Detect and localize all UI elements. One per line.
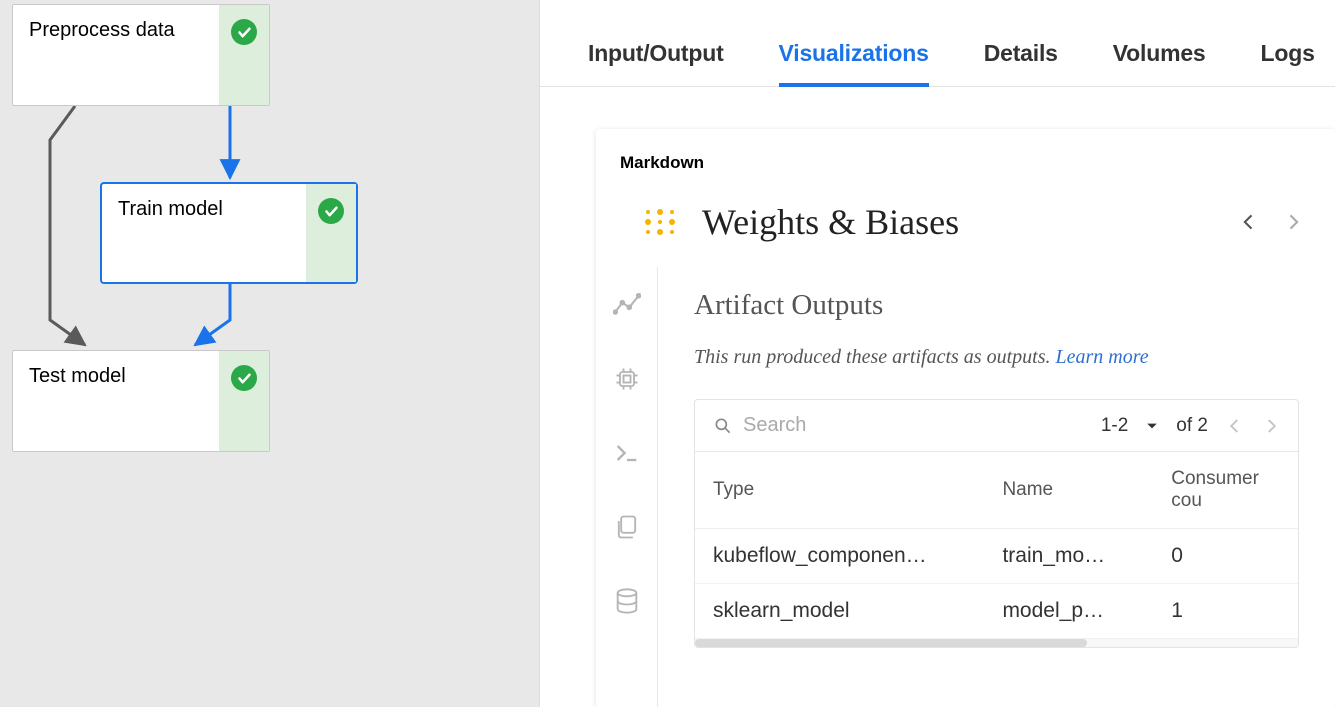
node-preprocess-data[interactable]: Preprocess data	[12, 4, 270, 106]
learn-more-link[interactable]: Learn more	[1055, 346, 1148, 368]
caret-down-icon[interactable]	[1146, 420, 1158, 432]
detail-panel: Input/Output Visualizations Details Volu…	[540, 0, 1335, 707]
node-label: Preprocess data	[13, 5, 219, 105]
tab-visualizations[interactable]: Visualizations	[779, 40, 929, 87]
cell-name: model_p…	[984, 584, 1153, 639]
pager-prev-icon[interactable]	[1226, 417, 1244, 435]
table-toolbar: 1-2 of 2	[695, 400, 1298, 452]
chart-line-icon[interactable]	[613, 291, 641, 319]
tab-volumes[interactable]: Volumes	[1113, 40, 1206, 86]
col-type[interactable]: Type	[695, 452, 984, 529]
status-success-icon	[318, 198, 344, 224]
horizontal-scrollbar[interactable]	[695, 639, 1298, 647]
viz-prev-icon[interactable]	[1239, 212, 1259, 232]
cell-consumer: 1	[1153, 584, 1298, 639]
terminal-icon[interactable]	[613, 439, 641, 467]
pager: 1-2 of 2	[1101, 415, 1280, 437]
node-label: Test model	[13, 351, 219, 451]
section-title: Artifact Outputs	[694, 289, 1299, 322]
status-success-icon	[231, 19, 257, 45]
wandb-logo-icon	[642, 204, 678, 240]
cpu-chip-icon[interactable]	[613, 365, 641, 393]
table-header-row: Type Name Consumer cou	[695, 452, 1298, 529]
col-name[interactable]: Name	[984, 452, 1153, 529]
detail-tabs: Input/Output Visualizations Details Volu…	[540, 0, 1335, 87]
tab-details[interactable]: Details	[984, 40, 1058, 86]
search-icon	[713, 416, 733, 436]
node-status-strip	[219, 351, 269, 451]
cell-type: kubeflow_componen…	[695, 529, 984, 584]
node-train-model[interactable]: Train model	[100, 182, 358, 284]
tab-input-output[interactable]: Input/Output	[588, 40, 724, 86]
viz-card-title: Markdown	[596, 129, 1335, 193]
status-success-icon	[231, 365, 257, 391]
cell-type: sklearn_model	[695, 584, 984, 639]
node-status-strip	[219, 5, 269, 105]
section-desc: This run produced these artifacts as out…	[694, 346, 1299, 369]
node-test-model[interactable]: Test model	[12, 350, 270, 452]
node-status-strip	[306, 184, 356, 282]
files-icon[interactable]	[613, 513, 641, 541]
pipeline-graph-panel: Preprocess data Train model Test model	[0, 0, 540, 707]
pager-of: of 2	[1176, 415, 1208, 437]
viz-nav-arrows	[1239, 212, 1311, 232]
viz-sidebar	[596, 267, 658, 707]
search-wrap	[713, 414, 1089, 437]
cell-name: train_mo…	[984, 529, 1153, 584]
col-consumer[interactable]: Consumer cou	[1153, 452, 1298, 529]
scrollbar-thumb[interactable]	[695, 639, 1087, 647]
artifact-search-input[interactable]	[743, 414, 923, 437]
viz-body: Artifact Outputs This run produced these…	[596, 267, 1335, 707]
pager-next-icon[interactable]	[1262, 417, 1280, 435]
section-desc-text: This run produced these artifacts as out…	[694, 346, 1055, 368]
database-icon[interactable]	[613, 587, 641, 615]
viz-header: Weights & Biases	[596, 193, 1335, 267]
tab-logs[interactable]: Logs	[1261, 40, 1315, 86]
viz-header-title: Weights & Biases	[702, 201, 1215, 243]
visualization-card: Markdown Weights & Biases	[596, 129, 1335, 707]
artifact-table-wrap: 1-2 of 2 Type Name	[694, 399, 1299, 648]
viz-next-icon[interactable]	[1283, 212, 1303, 232]
node-label: Train model	[102, 184, 306, 282]
cell-consumer: 0	[1153, 529, 1298, 584]
artifact-table: Type Name Consumer cou kubeflow_componen…	[695, 452, 1298, 639]
pager-range: 1-2	[1101, 415, 1128, 437]
table-row[interactable]: sklearn_model model_p… 1	[695, 584, 1298, 639]
table-row[interactable]: kubeflow_componen… train_mo… 0	[695, 529, 1298, 584]
viz-content: Artifact Outputs This run produced these…	[658, 267, 1335, 707]
